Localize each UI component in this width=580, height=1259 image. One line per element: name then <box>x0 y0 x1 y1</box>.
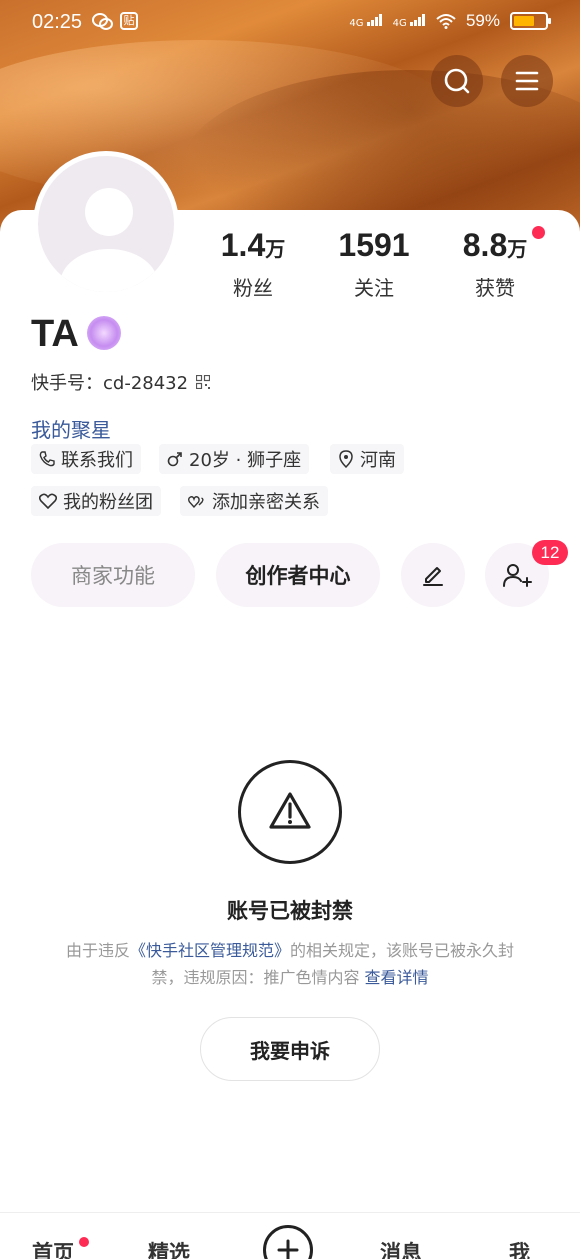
ban-desc-prefix: 由于违反 <box>65 941 130 960</box>
nav-me[interactable]: 我 <box>509 1237 530 1259</box>
search-icon <box>444 68 470 94</box>
add-user-icon <box>503 564 532 587</box>
stat-likes-unit: 万 <box>507 239 528 261</box>
verified-badge-icon[interactable] <box>87 316 121 350</box>
stat-fans-value: 1.4 <box>220 227 266 263</box>
menu-button[interactable] <box>501 55 553 107</box>
merchant-button[interactable]: 商家功能 <box>31 543 195 607</box>
phone-icon <box>39 451 55 467</box>
kuaishou-id-value: cd-28432 <box>103 373 189 394</box>
tag-age-sign: 20岁 · 狮子座 <box>159 444 310 474</box>
creator-center-button[interactable]: 创作者中心 <box>216 543 380 607</box>
likes-notification-dot <box>532 226 545 239</box>
tag-fan-group-label: 我的粉丝团 <box>63 492 153 513</box>
tag-location-label: 河南 <box>360 450 396 471</box>
tag-contact-label: 联系我们 <box>61 450 133 471</box>
ban-title: 账号已被封禁 <box>227 899 353 923</box>
intimate-heart-icon <box>188 496 204 509</box>
bottom-nav: 首页 精选 消息 我 <box>0 1212 580 1259</box>
network-icon-1: 4G <box>349 13 382 29</box>
search-button[interactable] <box>431 55 483 107</box>
tag-contact[interactable]: 联系我们 <box>31 444 141 474</box>
nav-home[interactable]: 首页 <box>32 1237 74 1259</box>
status-time: 02:25 <box>32 11 83 33</box>
nav-featured[interactable]: 精选 <box>148 1237 190 1259</box>
tag-age-sign-label: 20岁 · 狮子座 <box>189 450 302 471</box>
tag-fan-group[interactable]: 我的粉丝团 <box>31 486 161 516</box>
heart-icon <box>39 493 57 509</box>
nav-create-button[interactable] <box>263 1225 313 1259</box>
friend-request-count-badge: 12 <box>532 540 568 565</box>
view-details-link[interactable]: 查看详情 <box>365 968 429 987</box>
menu-icon <box>515 71 539 91</box>
wifi-icon <box>436 14 456 29</box>
location-icon <box>339 450 353 468</box>
profile-card <box>0 210 580 1259</box>
kuaishou-id-label: 快手号： <box>31 373 103 394</box>
warning-icon <box>238 760 342 864</box>
ban-description: 由于违反《快手社区管理规范》的相关规定，该账号已被永久封禁，违规原因：推广色情内… <box>60 937 520 991</box>
male-icon <box>167 452 182 467</box>
appeal-button[interactable]: 我要申诉 <box>200 1017 380 1081</box>
battery-percent: 59% <box>465 11 500 30</box>
nav-messages[interactable]: 消息 <box>380 1237 422 1259</box>
stat-fans[interactable]: 1.4万 粉丝 <box>193 225 313 301</box>
profile-stats: 1.4万 粉丝 1591 关注 8.8万 获赞 <box>190 225 570 300</box>
app-notification-icon: 贴 <box>120 12 138 30</box>
avatar[interactable] <box>33 151 179 297</box>
stat-following-value: 1591 <box>338 227 410 263</box>
plus-icon <box>277 1239 299 1259</box>
edit-profile-button[interactable] <box>401 543 465 607</box>
stat-likes-label: 获赞 <box>475 276 515 300</box>
qr-code-icon[interactable] <box>196 375 211 389</box>
stat-likes-value: 8.8 <box>462 227 508 263</box>
stat-fans-unit: 万 <box>265 239 286 261</box>
kuaishou-id[interactable]: 快手号：cd-28432 <box>31 369 211 395</box>
tag-location: 河南 <box>330 444 404 474</box>
edit-icon <box>423 567 443 586</box>
tag-intimate[interactable]: 添加亲密关系 <box>180 486 328 516</box>
battery-icon <box>510 12 551 30</box>
my-juxing-link[interactable]: 我的聚星 <box>31 414 111 443</box>
profile-name: TA <box>31 313 79 355</box>
stat-fans-label: 粉丝 <box>233 276 273 300</box>
stat-following[interactable]: 1591 关注 <box>314 225 434 301</box>
network-icon-2: 4G <box>393 13 426 29</box>
stat-following-label: 关注 <box>354 276 394 300</box>
community-rules-link[interactable]: 《快手社区管理规范》 <box>130 941 290 960</box>
nav-home-dot <box>79 1237 89 1247</box>
tag-intimate-label: 添加亲密关系 <box>212 492 320 513</box>
status-bar: 02:25 贴 4G 4G 59% <box>0 0 580 44</box>
wechat-icon <box>92 13 113 30</box>
